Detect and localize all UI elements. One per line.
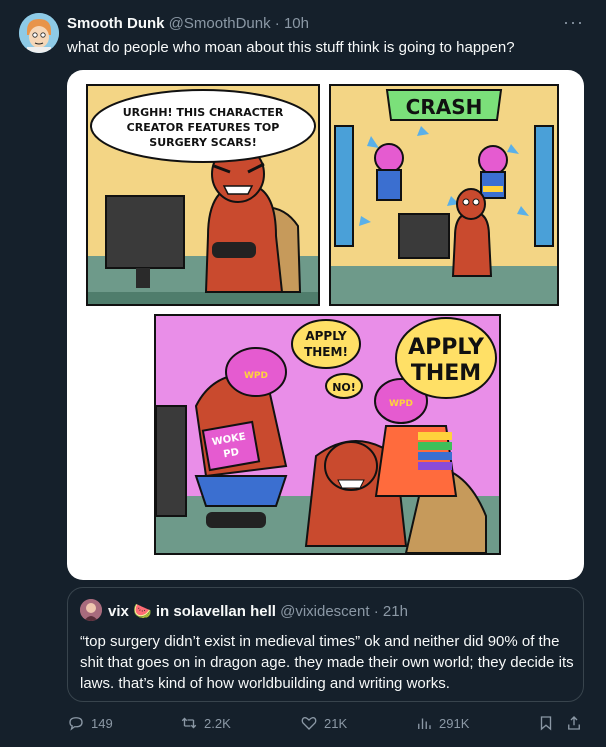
- reply-icon: [69, 717, 83, 731]
- panel1-bubble-line-3: SURGERY SCARS!: [149, 136, 256, 149]
- action-bar: 149 2.2K 21K 291K: [67, 714, 587, 738]
- views-chart-icon: [418, 718, 431, 729]
- separator: ·: [274, 15, 280, 32]
- panel3-bubble-left-line-2: THEM!: [304, 345, 348, 359]
- more-options-button[interactable]: ···: [563, 12, 584, 33]
- tweet-time[interactable]: 10h: [284, 15, 309, 32]
- panel1-bubble-line-1: URGHH! THIS CHARACTER: [123, 106, 284, 119]
- panel3-bubble-left-line-1: APPLY: [305, 329, 347, 343]
- tweet-image[interactable]: URGHH! THIS CHARACTER CREATOR FEATURES T…: [67, 70, 584, 580]
- retweet-count: 2.2K: [204, 715, 231, 731]
- tweet-header: Smooth Dunk @SmoothDunk · 10h: [67, 15, 309, 32]
- tweet: Smooth Dunk @SmoothDunk · 10h ··· what d…: [0, 0, 606, 747]
- quote-author-avatar[interactable]: [80, 599, 102, 621]
- quote-text: “top surgery didn’t exist in medieval ti…: [80, 633, 574, 692]
- helmet-label-2: WPD: [389, 399, 413, 409]
- reply-button[interactable]: 149: [67, 714, 113, 732]
- quote-header: vix 🍉 in solavellan hell @vixidescent · …: [108, 602, 408, 620]
- panel3-bubble-right-line-2: THEM: [411, 361, 481, 386]
- views-count: 291K: [439, 715, 470, 731]
- comic-panel-2: CRASH: [329, 84, 559, 306]
- watermelon-icon: 🍉: [133, 603, 152, 620]
- quote-author-suffix[interactable]: in solavellan hell: [156, 603, 276, 620]
- like-count: 21K: [324, 715, 348, 731]
- bookmark-icon: [540, 716, 552, 731]
- quote-separator: ·: [373, 603, 379, 620]
- crash-sfx: CRASH: [406, 95, 483, 119]
- comic-panel-1: URGHH! THIS CHARACTER CREATOR FEATURES T…: [86, 84, 320, 306]
- quote-author-name[interactable]: vix: [108, 603, 129, 620]
- panel3-no: NO!: [332, 381, 356, 394]
- bookmark-button[interactable]: [537, 714, 555, 732]
- quote-time[interactable]: 21h: [383, 603, 408, 620]
- views-button[interactable]: 291K: [415, 714, 469, 732]
- heart-icon: [301, 716, 317, 730]
- comic-panel-3: WPD WOKE PD WPD APPLY THEM! NO! APPLY TH…: [154, 314, 501, 555]
- share-button[interactable]: [565, 714, 583, 732]
- author-name[interactable]: Smooth Dunk: [67, 15, 165, 32]
- author-handle[interactable]: @SmoothDunk: [169, 15, 271, 32]
- panel1-bubble-line-2: CREATOR FEATURES TOP: [127, 121, 280, 134]
- quoted-tweet[interactable]: vix 🍉 in solavellan hell @vixidescent · …: [67, 587, 584, 702]
- share-icon: [568, 716, 580, 730]
- quote-author-handle[interactable]: @vixidescent: [280, 603, 369, 620]
- helmet-label-1: WPD: [244, 371, 268, 381]
- tweet-text: what do people who moan about this stuff…: [67, 39, 515, 56]
- author-avatar[interactable]: [19, 13, 59, 53]
- like-button[interactable]: 21K: [300, 714, 347, 732]
- reply-count: 149: [91, 715, 113, 731]
- panel3-bubble-right-line-1: APPLY: [408, 335, 485, 360]
- retweet-button[interactable]: 2.2K: [180, 714, 231, 732]
- retweet-icon: [181, 717, 197, 729]
